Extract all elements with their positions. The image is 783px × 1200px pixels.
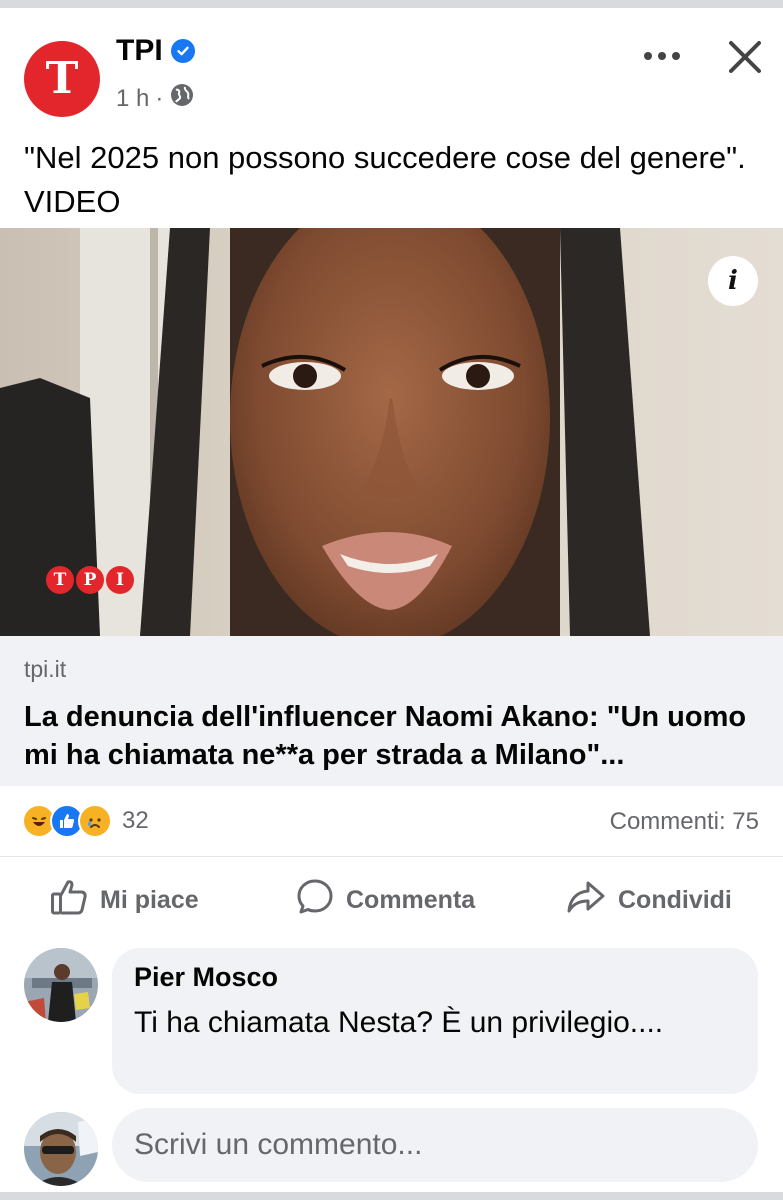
link-title: La denuncia dell'influencer Naomi Akano:… [24,701,747,771]
post-card: T TPI 1 h · "Nel 2025 non possono succed… [0,8,783,1192]
comment-author[interactable]: Pier Mosco [134,962,278,993]
link-preview[interactable]: tpi.it La denuncia dell'influencer Naomi… [0,636,783,786]
post-video-thumbnail[interactable]: i T P I [0,228,783,636]
post-header: TPI [116,34,195,68]
post-time[interactable]: 1 h [116,85,149,113]
verified-badge-icon [170,39,195,63]
info-icon[interactable]: i [708,256,758,306]
meta-separator: · [155,84,164,112]
sad-icon [78,804,112,838]
current-user-avatar[interactable] [24,1112,98,1186]
page-avatar[interactable]: T [24,41,100,117]
link-domain: tpi.it [24,656,67,682]
divider [0,856,783,857]
share-button[interactable]: Condividi [566,870,732,930]
watermark-letter: P [76,566,104,594]
reactions-summary[interactable]: 32 [22,804,149,838]
comments-count[interactable]: Commenti: 75 [610,808,759,836]
close-icon[interactable] [722,34,768,80]
like-button[interactable]: Mi piace [50,870,199,930]
comment-input[interactable]: Scrivi un commento... [112,1108,758,1182]
globe-icon [169,82,195,115]
comment-text: Ti ha chiamata Nesta? È un privilegio...… [134,1006,664,1039]
share-arrow-icon [566,879,606,922]
watermark-letter: I [106,566,134,594]
watermark-letter: T [46,566,74,594]
page-name[interactable]: TPI [116,34,163,68]
comment-bubble-icon [296,878,334,923]
tpi-watermark-logo: T P I [46,566,134,594]
commenter-avatar[interactable] [24,948,98,1022]
comment-input-placeholder: Scrivi un commento... [134,1128,423,1161]
avatar-letter: T [45,53,79,104]
reaction-count: 32 [122,807,149,834]
comment-label: Commenta [346,885,476,914]
post-text: "Nel 2025 non possono succedere cose del… [24,140,746,219]
share-label: Condividi [618,885,732,914]
comment-button[interactable]: Commenta [296,870,475,930]
more-options-icon[interactable] [640,38,684,74]
like-label: Mi piace [100,885,199,914]
comment-bubble: Pier Mosco Ti ha chiamata Nesta? È un pr… [112,948,758,1094]
action-bar: Mi piace Commenta Condividi [0,870,783,930]
thumbs-up-icon [50,879,88,922]
bottom-divider [0,1192,783,1200]
post-meta: 1 h · [116,82,195,115]
